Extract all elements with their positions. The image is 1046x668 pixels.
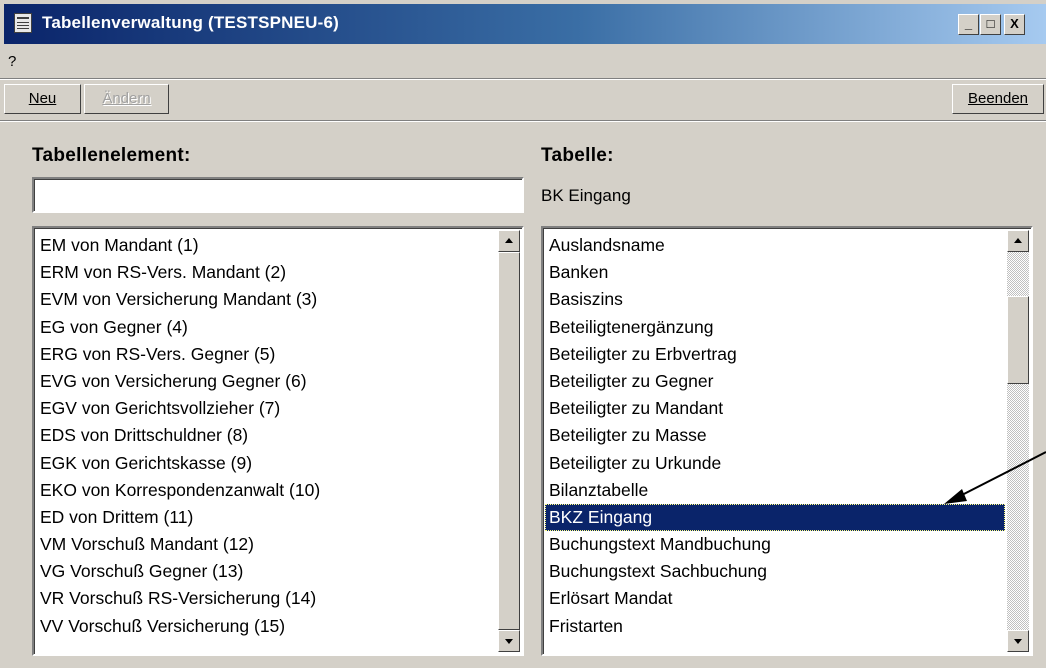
table-label: Tabelle: (541, 145, 614, 166)
title-bar[interactable]: Tabellenverwaltung (TESTSPNEU-6) _ □ X (4, 4, 1046, 44)
list-item[interactable]: EGV von Gerichtsvollzieher (7) (36, 395, 496, 422)
list-item[interactable]: EM von Mandant (1) (36, 232, 496, 259)
arrow-down-icon (1014, 639, 1022, 644)
arrow-down-icon (505, 639, 513, 644)
list-item[interactable]: Auslandsname (545, 232, 1005, 259)
list-item[interactable]: Beteiligtenergänzung (545, 314, 1005, 341)
left-scrollbar[interactable] (498, 230, 520, 652)
right-scrollbar[interactable] (1007, 230, 1029, 652)
list-item[interactable]: Beteiligter zu Mandant (545, 395, 1005, 422)
list-item[interactable]: Buchungstext Sachbuchung (545, 558, 1005, 585)
list-item[interactable]: VV Vorschuß Versicherung (15) (36, 613, 496, 640)
list-item[interactable]: EGK von Gerichtskasse (9) (36, 450, 496, 477)
current-table-value: BK Eingang (541, 186, 631, 205)
list-item[interactable]: Buchungstext Mandbuchung (545, 531, 1005, 558)
list-item[interactable]: Fristarten (545, 613, 1005, 640)
list-item[interactable]: EVM von Versicherung Mandant (3) (36, 286, 496, 313)
maximize-button[interactable]: □ (980, 14, 1001, 35)
arrow-up-icon (1014, 238, 1022, 243)
table-element-list[interactable]: EM von Mandant (1) ERM von RS-Vers. Manda… (32, 226, 524, 656)
list-item[interactable]: ED von Drittem (11) (36, 504, 496, 531)
arrow-up-icon (505, 238, 513, 243)
exit-button[interactable]: Beenden (952, 84, 1044, 114)
minimize-button[interactable]: _ (958, 14, 979, 35)
left-scroll-down-button[interactable] (498, 630, 520, 652)
right-scroll-up-button[interactable] (1007, 230, 1029, 252)
list-item[interactable]: Beteiligter zu Masse (545, 422, 1005, 449)
list-item[interactable]: EKO von Korrespondenzanwalt (10) (36, 477, 496, 504)
list-item[interactable]: EDS von Drittschuldner (8) (36, 422, 496, 449)
toolbar-divider-top (0, 78, 1046, 80)
close-button[interactable]: X (1004, 14, 1025, 35)
list-item[interactable]: EG von Gegner (4) (36, 314, 496, 341)
left-scroll-up-button[interactable] (498, 230, 520, 252)
list-item[interactable]: EVG von Versicherung Gegner (6) (36, 368, 496, 395)
list-item[interactable]: VR Vorschuß RS-Versicherung (14) (36, 585, 496, 612)
right-scroll-thumb[interactable] (1007, 296, 1029, 384)
table-list[interactable]: Auslandsname Banken Basiszins Beteiligtener… (541, 226, 1033, 656)
left-scroll-thumb[interactable] (498, 252, 520, 630)
table-element-items: EM von Mandant (1) ERM von RS-Vers. Manda… (36, 232, 496, 640)
list-item[interactable]: Bilanztabelle (545, 477, 1005, 504)
table-items: Auslandsname Banken Basiszins Beteiligtener… (545, 232, 1005, 640)
list-item[interactable]: ERM von RS-Vers. Mandant (2) (36, 259, 496, 286)
list-item[interactable]: Banken (545, 259, 1005, 286)
edit-button[interactable]: Ändern (84, 84, 169, 114)
list-item[interactable]: BKZ Eingang (545, 503, 1005, 532)
table-element-label: Tabellenelement: (32, 145, 191, 166)
list-item[interactable]: Beteiligter zu Erbvertrag (545, 341, 1005, 368)
app-window: Tabellenverwaltung (TESTSPNEU-6) _ □ X ?… (0, 0, 1046, 668)
list-item[interactable]: Erlösart Mandat (545, 585, 1005, 612)
window-title: Tabellenverwaltung (TESTSPNEU-6) (42, 13, 340, 32)
list-item[interactable]: Beteiligter zu Urkunde (545, 450, 1005, 477)
list-item[interactable]: Basiszins (545, 286, 1005, 313)
list-item[interactable]: Beteiligter zu Gegner (545, 368, 1005, 395)
table-app-icon[interactable] (14, 13, 32, 33)
list-item[interactable]: ERG von RS-Vers. Gegner (5) (36, 341, 496, 368)
toolbar-divider-bottom (0, 120, 1046, 122)
table-element-input[interactable] (32, 177, 524, 213)
list-item[interactable]: VG Vorschuß Gegner (13) (36, 558, 496, 585)
menu-bar: ? (0, 50, 1046, 74)
menu-help[interactable]: ? (8, 53, 16, 70)
list-item[interactable]: VM Vorschuß Mandant (12) (36, 531, 496, 558)
new-button[interactable]: Neu (4, 84, 81, 114)
right-scroll-down-button[interactable] (1007, 630, 1029, 652)
